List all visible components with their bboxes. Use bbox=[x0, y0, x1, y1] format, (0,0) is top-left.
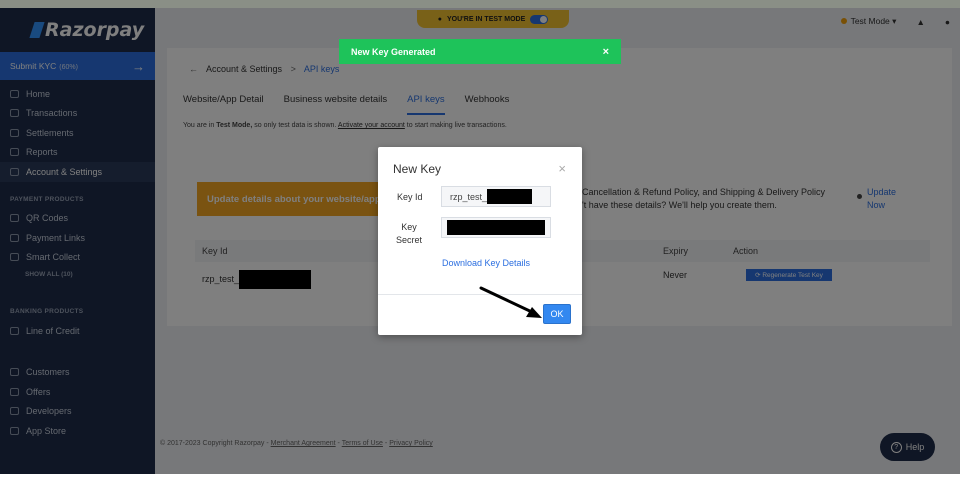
key-secret-field[interactable] bbox=[441, 217, 551, 238]
annotation-arrow-icon bbox=[479, 286, 542, 318]
download-key-details-link[interactable]: Download Key Details bbox=[442, 258, 530, 268]
key-id-field[interactable]: rzp_test_ bbox=[441, 186, 551, 207]
key-secret-label: Key Secret bbox=[396, 222, 423, 245]
key-id-label: Key Id bbox=[397, 192, 423, 202]
redaction-box bbox=[447, 220, 545, 235]
close-icon[interactable]: × bbox=[603, 46, 609, 58]
redaction-box bbox=[487, 189, 533, 204]
close-icon[interactable]: × bbox=[558, 161, 566, 176]
key-id-value: rzp_test_ bbox=[450, 191, 488, 202]
bottom-strip bbox=[0, 474, 960, 480]
top-border bbox=[0, 0, 960, 8]
dialog-title: New Key bbox=[393, 162, 442, 176]
toast-message: New Key Generated bbox=[351, 46, 436, 57]
success-toast: New Key Generated × bbox=[339, 39, 621, 64]
